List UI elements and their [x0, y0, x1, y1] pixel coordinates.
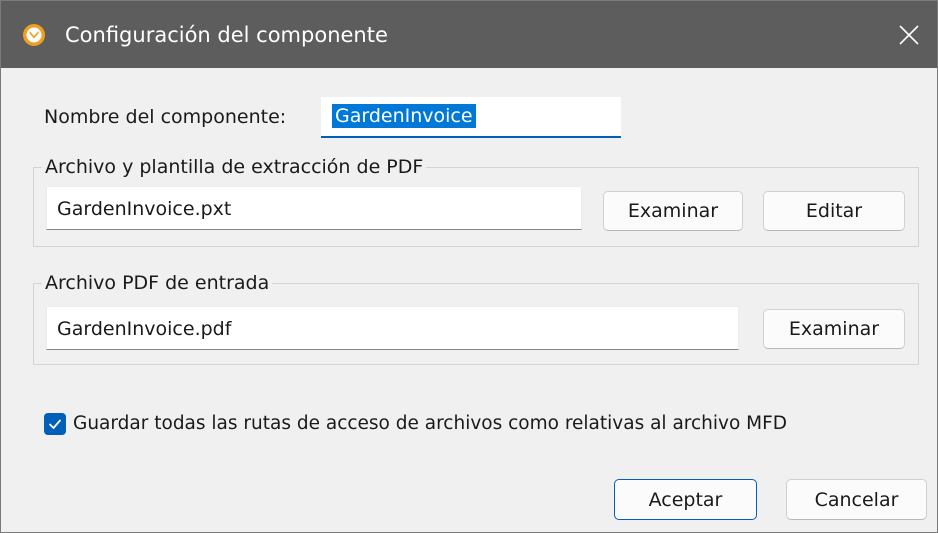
extraction-template-legend: Archivo y plantilla de extracción de PDF — [42, 155, 427, 179]
title-bar: Configuración del componente — [1, 1, 937, 68]
component-name-value: GardenInvoice — [332, 104, 476, 128]
component-name-input[interactable]: GardenInvoice — [321, 97, 621, 138]
mapforce-logo-icon — [23, 24, 45, 46]
template-file-input[interactable]: GardenInvoice.pxt — [46, 186, 582, 230]
component-name-label: Nombre del componente: — [44, 106, 287, 128]
edit-template-button[interactable]: Editar — [763, 191, 905, 231]
input-pdf-file-value: GardenInvoice.pdf — [57, 318, 232, 340]
relative-paths-label[interactable]: Guardar todas las rutas de acceso de arc… — [73, 412, 787, 436]
template-file-value: GardenInvoice.pxt — [57, 198, 232, 220]
input-pdf-legend: Archivo PDF de entrada — [42, 271, 273, 295]
browse-pdf-button[interactable]: Examinar — [763, 309, 905, 349]
ok-button[interactable]: Aceptar — [614, 479, 757, 520]
window-title: Configuración del componente — [65, 23, 388, 47]
close-button[interactable] — [881, 1, 937, 68]
browse-template-button[interactable]: Examinar — [603, 191, 743, 231]
relative-paths-checkbox[interactable] — [44, 413, 66, 435]
checkmark-icon — [49, 419, 61, 429]
component-settings-dialog: Configuración del componente Nombre del … — [0, 0, 938, 533]
cancel-button[interactable]: Cancelar — [786, 479, 927, 520]
input-pdf-file-input[interactable]: GardenInvoice.pdf — [46, 306, 739, 350]
close-icon — [899, 24, 919, 45]
